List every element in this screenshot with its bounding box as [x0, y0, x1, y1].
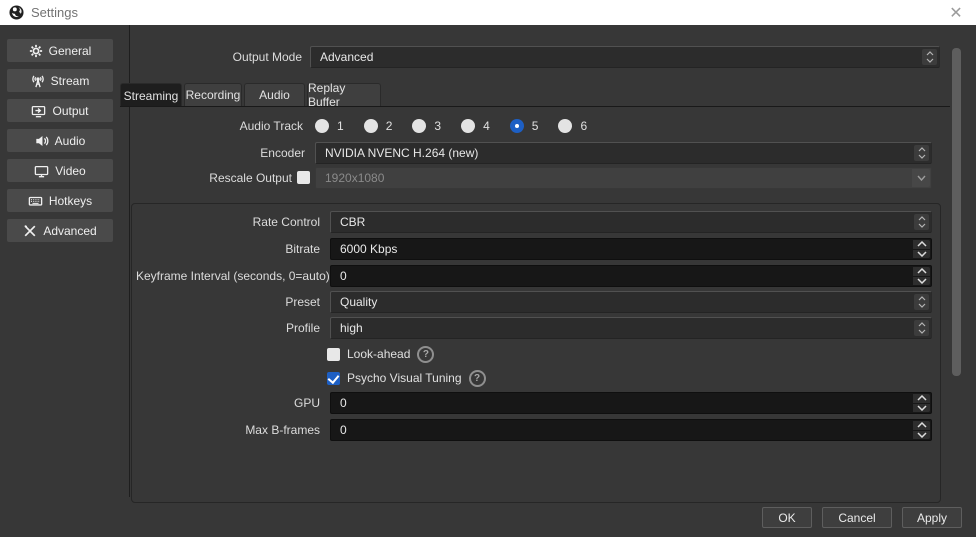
spin-down-icon[interactable] — [913, 404, 930, 413]
spinner-arrows-icon[interactable] — [914, 294, 929, 310]
gear-icon — [29, 44, 43, 58]
sidebar-item-hotkeys[interactable]: Hotkeys — [7, 189, 113, 212]
keyboard-icon — [28, 194, 43, 208]
look-ahead-checkbox[interactable] — [327, 348, 340, 361]
output-mode-value: Advanced — [320, 50, 373, 64]
gpu-label: GPU — [140, 392, 320, 414]
audio-track-radio-3[interactable] — [412, 119, 426, 133]
keyframe-interval-input[interactable]: 0 — [330, 265, 932, 287]
tab-recording[interactable]: Recording — [184, 83, 242, 106]
audio-track-label: Audio Track — [130, 115, 303, 137]
chevron-down-icon — [912, 169, 930, 187]
output-mode-label: Output Mode — [130, 46, 302, 68]
encoder-value: NVIDIA NVENC H.264 (new) — [325, 146, 478, 160]
spinner-arrows-icon[interactable] — [914, 320, 929, 336]
audio-track-radio-4[interactable] — [461, 119, 475, 133]
spin-up-icon[interactable] — [913, 240, 930, 249]
psycho-visual-tuning-checkbox[interactable] — [327, 372, 340, 385]
preset-label: Preset — [140, 291, 320, 313]
spin-up-icon[interactable] — [913, 394, 930, 403]
tools-icon — [23, 224, 37, 238]
encoder-label: Encoder — [130, 142, 305, 164]
preset-value: Quality — [340, 295, 377, 309]
spin-up-icon[interactable] — [913, 421, 930, 430]
settings-window: Settings ✕ General Stream Output — [0, 0, 976, 537]
sidebar-item-stream[interactable]: Stream — [7, 69, 113, 92]
rescale-resolution-dropdown[interactable]: 1920x1080 — [315, 167, 932, 189]
look-ahead-label: Look-ahead — [347, 347, 410, 361]
vertical-scrollbar[interactable] — [952, 48, 961, 376]
psycho-visual-tuning-label: Psycho Visual Tuning — [347, 371, 462, 385]
profile-label: Profile — [140, 317, 320, 339]
rescale-output-label: Rescale Output — [130, 167, 292, 189]
sidebar-item-label: General — [49, 44, 92, 58]
sidebar-item-general[interactable]: General — [7, 39, 113, 62]
sidebar-item-label: Stream — [51, 74, 90, 88]
spin-up-icon[interactable] — [913, 267, 930, 276]
sidebar-item-label: Video — [55, 164, 85, 178]
look-ahead-row: Look-ahead ? — [327, 345, 434, 363]
sidebar-item-label: Hotkeys — [49, 194, 92, 208]
tab-audio[interactable]: Audio — [244, 83, 305, 106]
help-circle-icon[interactable]: ? — [469, 370, 486, 387]
keyframe-interval-label: Keyframe Interval (seconds, 0=auto) — [136, 265, 320, 287]
obs-logo-icon — [9, 5, 24, 20]
output-mode-select[interactable]: Advanced — [310, 46, 940, 68]
spin-down-icon[interactable] — [913, 277, 930, 286]
audio-track-radio-5[interactable] — [510, 119, 524, 133]
spinner-arrows-icon[interactable] — [914, 214, 929, 230]
tab-replay-buffer[interactable]: Replay Buffer — [307, 83, 381, 106]
apply-button[interactable]: Apply — [902, 507, 962, 528]
speaker-icon — [35, 134, 49, 148]
max-b-frames-label: Max B-frames — [140, 419, 320, 441]
sidebar-item-label: Audio — [55, 134, 86, 148]
rate-control-value: CBR — [340, 215, 365, 229]
bitrate-input[interactable]: 6000 Kbps — [330, 238, 932, 260]
preset-select[interactable]: Quality — [330, 291, 932, 313]
help-circle-icon[interactable]: ? — [417, 346, 434, 363]
rescale-output-checkbox[interactable] — [297, 171, 310, 184]
sidebar-item-advanced[interactable]: Advanced — [7, 219, 113, 242]
output-monitor-icon — [31, 104, 46, 118]
tab-streaming[interactable]: Streaming — [120, 83, 182, 107]
rescale-resolution-value: 1920x1080 — [325, 171, 384, 185]
spin-down-icon[interactable] — [913, 250, 930, 259]
profile-select[interactable]: high — [330, 317, 932, 339]
title-bar: Settings ✕ — [0, 0, 976, 25]
spinner-arrows-icon[interactable] — [922, 49, 937, 65]
close-icon[interactable]: ✕ — [942, 0, 970, 25]
audio-track-radio-1[interactable] — [315, 119, 329, 133]
cancel-button[interactable]: Cancel — [822, 507, 892, 528]
encoder-select[interactable]: NVIDIA NVENC H.264 (new) — [315, 142, 932, 164]
tab-underline — [120, 106, 950, 107]
window-title: Settings — [31, 5, 78, 20]
gpu-value: 0 — [340, 396, 347, 410]
audio-track-radio-2[interactable] — [364, 119, 378, 133]
max-b-frames-value: 0 — [340, 423, 347, 437]
spin-down-icon[interactable] — [913, 431, 930, 440]
gpu-input[interactable]: 0 — [330, 392, 932, 414]
bitrate-label: Bitrate — [140, 238, 320, 260]
spinner-arrows-icon[interactable] — [914, 145, 929, 161]
sidebar-item-audio[interactable]: Audio — [7, 129, 113, 152]
ok-button[interactable]: OK — [762, 507, 812, 528]
sidebar-item-label: Advanced — [43, 224, 96, 238]
sidebar-item-label: Output — [52, 104, 88, 118]
sidebar-item-output[interactable]: Output — [7, 99, 113, 122]
max-b-frames-input[interactable]: 0 — [330, 419, 932, 441]
bitrate-value: 6000 Kbps — [340, 242, 397, 256]
audio-track-radio-group: 1 2 3 4 5 6 — [315, 118, 599, 134]
sidebar-item-video[interactable]: Video — [7, 159, 113, 182]
rate-control-select[interactable]: CBR — [330, 211, 932, 233]
psycho-visual-tuning-row: Psycho Visual Tuning ? — [327, 369, 486, 387]
keyframe-interval-value: 0 — [340, 269, 347, 283]
rate-control-label: Rate Control — [140, 211, 320, 233]
monitor-icon — [34, 164, 49, 178]
audio-track-radio-6[interactable] — [558, 119, 572, 133]
profile-value: high — [340, 321, 363, 335]
broadcast-icon — [31, 74, 45, 88]
